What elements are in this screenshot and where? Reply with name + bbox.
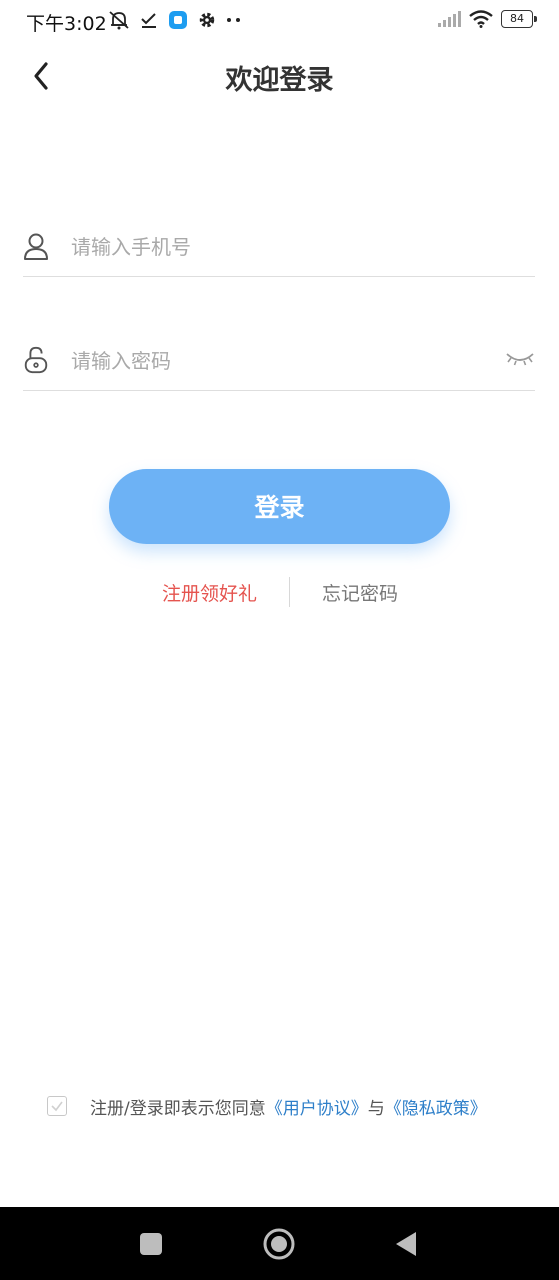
header: 欢迎登录 [0,50,559,104]
password-field-row [23,330,535,391]
eye-closed-icon[interactable] [505,348,535,370]
circle-home-icon[interactable] [262,1227,296,1261]
triangle-back-icon[interactable] [390,1227,424,1261]
login-button[interactable]: 登录 [109,469,450,544]
phone-input[interactable] [69,226,493,268]
forgot-password-link[interactable]: 忘记密码 [322,579,398,606]
status-right-icons: 84 [437,10,537,28]
checkmark-icon [51,1101,63,1112]
agreement-conjunction: 与 [367,1098,385,1119]
check-icon [141,13,156,28]
agreement-prefix: 注册/登录即表示您同意 [90,1098,266,1119]
user-agreement-link[interactable]: 《用户协议》 [266,1094,368,1119]
agreement-checkbox[interactable] [47,1096,67,1116]
battery-icon: 84 [501,10,537,28]
square-icon[interactable] [134,1227,168,1261]
wifi-icon [469,10,493,28]
page-title: 欢迎登录 [225,65,334,96]
bell-off-icon [109,11,129,30]
status-left-icons [108,10,242,30]
system-nav-bar [0,1207,559,1280]
register-link[interactable]: 注册领好礼 [162,579,257,606]
lock-icon [24,346,48,374]
app-notification-icon [169,11,187,29]
more-dots-icon [227,18,240,22]
status-bar: 下午3:02 84 [0,0,559,42]
phone-field-row [23,216,535,277]
links-row: 注册领好礼 忘记密码 [0,575,559,609]
links-divider [289,577,290,607]
user-icon [24,233,48,260]
login-screen: 下午3:02 84 欢迎登录 请输入手机号 登录 注册领好礼 忘记密码 注册/登… [0,0,559,1280]
signal-icon [438,11,461,27]
gear-icon [199,12,215,28]
agreement-row: 注册/登录即表示您同意 《用户协议》 与 《隐私政策》 [47,1092,547,1120]
status-time: 下午3:02 [26,13,107,35]
privacy-policy-link[interactable]: 《隐私政策》 [385,1094,487,1119]
password-input[interactable] [69,340,493,382]
